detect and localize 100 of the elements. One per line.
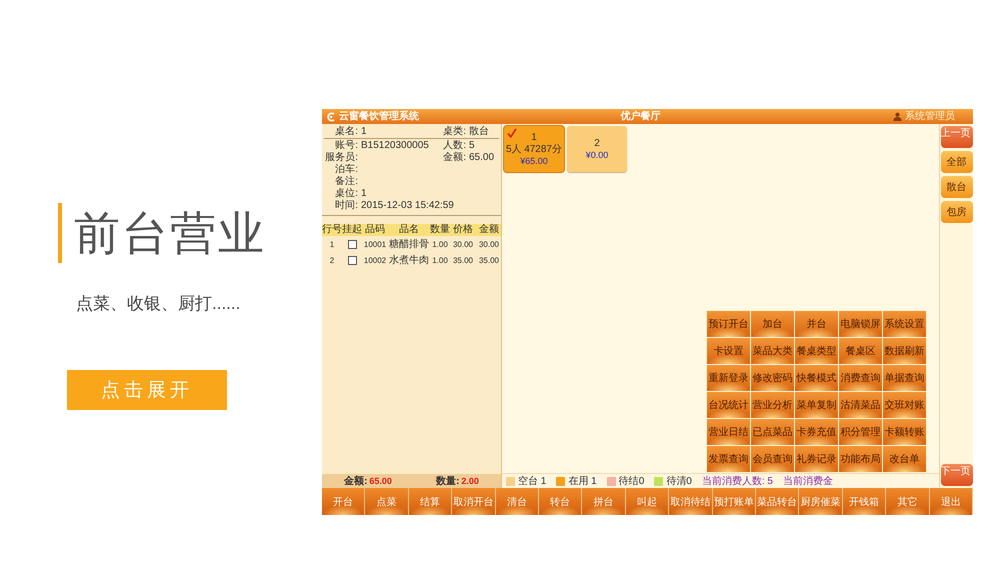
- toolbar-button[interactable]: 转台: [539, 488, 582, 515]
- toolbar-button[interactable]: 退出: [930, 488, 973, 515]
- app-logo-icon: [326, 112, 336, 122]
- field-value: 65.00: [469, 152, 494, 164]
- function-button[interactable]: 预订开台: [707, 311, 750, 337]
- field-value: B15120300005: [361, 140, 429, 152]
- table-cell: 30.00: [452, 240, 474, 248]
- check-icon: [507, 128, 517, 138]
- total-value: 65.00: [369, 476, 392, 486]
- field-label: 金额:: [443, 152, 466, 164]
- total-label: 金额:: [344, 474, 368, 488]
- table-cell: 1: [330, 240, 334, 248]
- table-amount: ¥65.00: [520, 156, 548, 166]
- nav-button[interactable]: 下一页: [940, 464, 972, 486]
- checkbox[interactable]: [348, 256, 356, 264]
- function-button[interactable]: 系统设置: [883, 311, 926, 337]
- function-button[interactable]: 改台单: [883, 446, 926, 472]
- nav-button[interactable]: 上一页: [940, 126, 972, 148]
- function-button[interactable]: 重新登录: [707, 365, 750, 391]
- function-button[interactable]: 卡券充值: [795, 419, 838, 445]
- function-button[interactable]: 已点菜品: [751, 419, 794, 445]
- function-button[interactable]: 加台: [751, 311, 794, 337]
- slide-title: 前台营业: [74, 206, 266, 261]
- field-label: 备注:: [335, 176, 358, 188]
- table-cell: 1.00: [432, 240, 448, 248]
- table-cell: 30.00: [478, 240, 500, 248]
- legend-label: 待结0: [618, 474, 644, 488]
- column-header: 品码: [365, 224, 385, 236]
- summary-text: 当前消费金: [782, 474, 833, 488]
- nav-button[interactable]: 全部: [940, 151, 972, 173]
- function-button[interactable]: 修改密码: [751, 365, 794, 391]
- toolbar-button[interactable]: 结算: [408, 488, 452, 515]
- table-cell: 35.00: [478, 256, 500, 264]
- function-button[interactable]: 餐桌类型: [795, 338, 838, 364]
- toolbar-button[interactable]: 清台: [496, 488, 539, 515]
- function-button[interactable]: 礼券记录: [795, 446, 838, 472]
- function-button[interactable]: 电脑锁屏: [839, 311, 882, 337]
- table-cell: 10002: [364, 256, 386, 264]
- function-button[interactable]: 快餐模式: [795, 365, 838, 391]
- toolbar-button[interactable]: 厨房催菜: [799, 488, 843, 515]
- app-name: 云窗餐饮管理系统: [339, 110, 419, 122]
- column-header: 挂起: [342, 224, 362, 236]
- field-label: 服务员:: [325, 152, 358, 164]
- table-amount: ¥0.00: [586, 150, 608, 160]
- function-button[interactable]: 发票查询: [707, 446, 750, 472]
- function-button[interactable]: 单据查询: [883, 365, 926, 391]
- nav-button[interactable]: 包房: [940, 201, 972, 223]
- slide-subtitle: 点菜、收银、厨打......: [76, 293, 240, 315]
- function-button[interactable]: 数据刷新: [883, 338, 926, 364]
- function-button[interactable]: 餐桌区: [839, 338, 882, 364]
- user-name: 系统管理员: [905, 110, 955, 122]
- table-number: 2: [594, 138, 600, 149]
- function-button[interactable]: 营业分析: [751, 392, 794, 418]
- field-label: 泊车:: [335, 164, 358, 176]
- total-label: 数量:: [436, 474, 460, 488]
- function-button[interactable]: 消费查询: [839, 365, 882, 391]
- table-cell-text: 水煮牛肉: [389, 254, 429, 267]
- table-cell-text: 糖醋排骨: [389, 238, 429, 251]
- guest-count: 5人: [506, 144, 522, 155]
- field-label: 桌位:: [335, 188, 358, 200]
- toolbar-button[interactable]: 点菜: [365, 488, 409, 515]
- function-button[interactable]: 积分管理: [839, 419, 882, 445]
- function-button[interactable]: 并台: [795, 311, 838, 337]
- checkbox[interactable]: [348, 240, 356, 248]
- field-value: 1: [361, 126, 367, 138]
- nav-button[interactable]: 散台: [940, 176, 972, 198]
- function-button[interactable]: 交班对账: [883, 392, 926, 418]
- table-tile[interactable]: 2 ¥0.00: [567, 126, 627, 172]
- toolbar-button[interactable]: 开台: [322, 488, 366, 515]
- function-button[interactable]: 卡额转账: [883, 419, 926, 445]
- column-header: 价格: [453, 224, 473, 236]
- field-value: 5: [469, 140, 475, 152]
- total-value: 2.00: [461, 476, 479, 486]
- function-button[interactable]: 功能布局: [839, 446, 882, 472]
- toolbar-button[interactable]: 其它: [886, 488, 930, 515]
- function-button[interactable]: 会员查询: [751, 446, 794, 472]
- column-header: 金额: [479, 224, 499, 236]
- field-label: 桌名:: [335, 126, 358, 138]
- toolbar-button[interactable]: 拼台: [582, 488, 626, 515]
- table-cell: 2: [330, 256, 334, 264]
- table-cell: 10001: [364, 240, 386, 248]
- toolbar-button[interactable]: 取消待结: [669, 488, 713, 515]
- table-tile[interactable]: 1 5人 47287分 ¥65.00: [504, 126, 564, 172]
- function-button[interactable]: 菜品大类: [751, 338, 794, 364]
- function-button[interactable]: 卡设置: [707, 338, 750, 364]
- function-button[interactable]: 沽清菜品: [839, 392, 882, 418]
- toolbar-button[interactable]: 开钱箱: [842, 488, 886, 515]
- toolbar-button[interactable]: 菜品转台: [756, 488, 800, 515]
- restaurant-name: 优户餐厅: [620, 110, 660, 122]
- field-label: 时间:: [335, 200, 358, 212]
- table-cell: 35.00: [452, 256, 474, 264]
- table-number: 1: [531, 132, 537, 143]
- function-button[interactable]: 菜单复制: [795, 392, 838, 418]
- function-button[interactable]: 台况统计: [707, 392, 750, 418]
- toolbar-button[interactable]: 叫起: [626, 488, 670, 515]
- toolbar-button[interactable]: 取消开台: [452, 488, 496, 515]
- legend-label: 在用 1: [568, 475, 597, 488]
- toolbar-button[interactable]: 预打账单: [712, 488, 756, 515]
- function-button[interactable]: 营业日结: [707, 419, 750, 445]
- table-cell: 1.00: [432, 256, 448, 264]
